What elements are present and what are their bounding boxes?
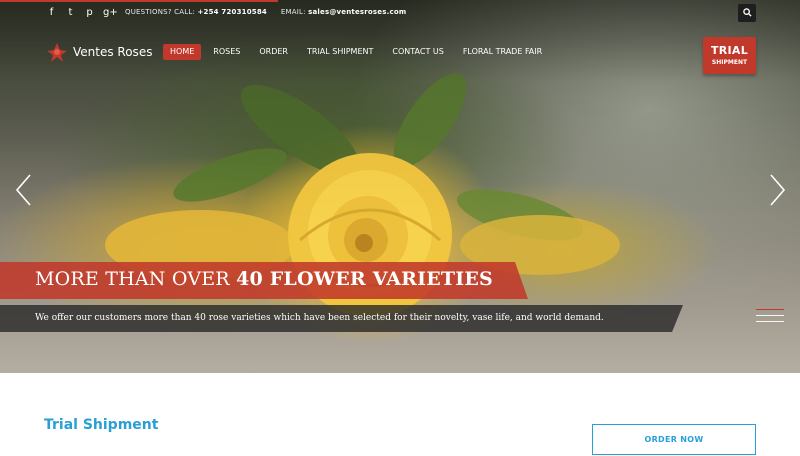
nav-item-floral-trade-fair[interactable]: FLORAL TRADE FAIR — [456, 44, 549, 60]
trial-shipment-badge[interactable]: TRIAL SHIPMENT — [703, 37, 756, 74]
slide-title-bold: 40 FLOWER VARIETIES — [236, 268, 493, 290]
logo-text: Ventes Roses — [73, 45, 153, 59]
facebook-icon[interactable]: f — [46, 6, 57, 20]
google-plus-icon[interactable]: g+ — [103, 6, 118, 20]
order-now-button[interactable]: ORDER NOW — [592, 424, 756, 455]
search-icon — [742, 8, 752, 17]
rose-logo-icon — [47, 43, 67, 62]
chevron-right-icon[interactable] — [765, 172, 789, 208]
nav-item-order[interactable]: ORDER — [252, 44, 295, 60]
email-link[interactable]: sales@ventesroses.com — [308, 8, 406, 16]
slide-indicator[interactable] — [756, 309, 784, 327]
email-label: EMAIL: — [280, 8, 306, 16]
trial-badge-line1: TRIAL — [710, 44, 749, 57]
twitter-icon[interactable]: t — [65, 6, 76, 20]
phone-number[interactable]: +254 720310584 — [197, 8, 267, 16]
nav-item-trial-shipment[interactable]: TRIAL SHIPMENT — [300, 44, 380, 60]
trial-badge-line2: SHIPMENT — [711, 59, 748, 66]
top-bar: f t p g+ QUESTIONS? CALL: +254 720310584… — [0, 0, 800, 27]
search-button[interactable] — [738, 4, 756, 22]
section-title: Trial Shipment — [44, 417, 159, 433]
chevron-left-icon[interactable] — [12, 172, 36, 208]
pinterest-icon[interactable]: p — [84, 6, 95, 20]
social-links: f t p g+ — [46, 6, 118, 20]
slide-subtitle: We offer our customers more than 40 rose… — [35, 313, 604, 323]
slide-title: MORE THAN OVER 40 FLOWER VARIETIES — [35, 268, 493, 290]
nav-item-home[interactable]: HOME — [163, 44, 202, 60]
main-nav: HOME ROSES ORDER TRIAL SHIPMENT CONTACT … — [163, 44, 554, 60]
questions-label: QUESTIONS? CALL: — [125, 8, 196, 16]
nav-item-contact-us[interactable]: CONTACT US — [385, 44, 450, 60]
nav-item-roses[interactable]: ROSES — [206, 44, 247, 60]
slide-title-prefix: MORE THAN OVER — [35, 268, 237, 290]
hero-slider: f t p g+ QUESTIONS? CALL: +254 720310584… — [0, 0, 800, 373]
site-logo[interactable]: Ventes Roses — [46, 41, 152, 63]
contact-info: QUESTIONS? CALL: +254 720310584 EMAIL: s… — [125, 8, 406, 16]
